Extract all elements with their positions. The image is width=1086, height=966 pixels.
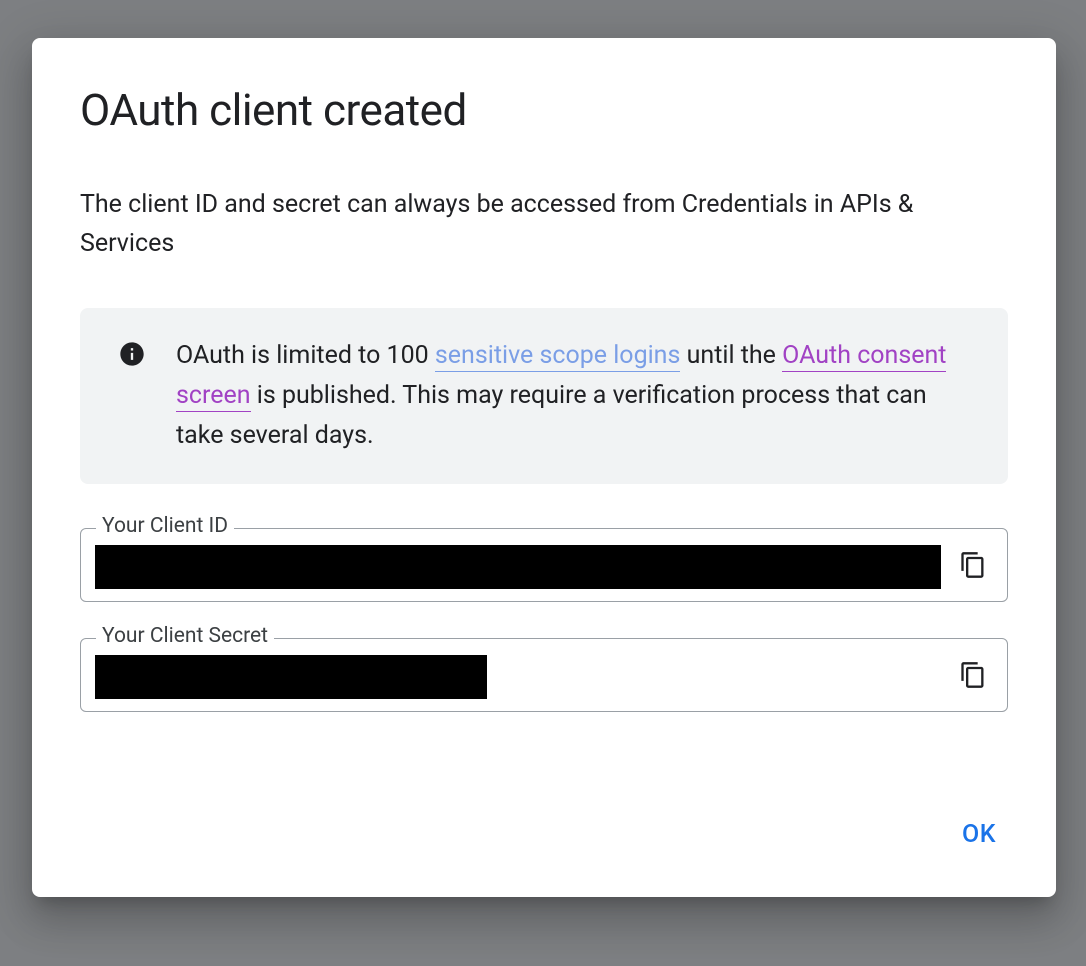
dialog-title: OAuth client created [80,86,1008,134]
info-text: OAuth is limited to 100 sensitive scope … [176,336,978,456]
copy-icon [959,551,987,583]
client-id-label: Your Client ID [96,514,234,538]
dialog-actions: OK [80,812,1008,857]
info-text-part1: OAuth is limited to 100 [176,341,435,370]
copy-client-id-button[interactable] [957,551,989,583]
client-secret-value-redacted [95,655,487,699]
client-id-outline [80,528,1008,602]
sensitive-scope-logins-link[interactable]: sensitive scope logins [435,341,681,372]
copy-client-secret-button[interactable] [957,661,989,693]
info-icon [118,340,146,368]
client-id-field-group: Your Client ID [80,528,1008,602]
oauth-client-created-dialog: OAuth client created The client ID and s… [32,38,1056,897]
info-box: OAuth is limited to 100 sensitive scope … [80,308,1008,484]
info-text-part3: is published. This may require a verific… [176,381,927,450]
client-secret-field-group: Your Client Secret [80,638,1008,712]
client-secret-outline [80,638,1008,712]
copy-icon [959,661,987,693]
client-id-value-redacted [95,545,941,589]
client-secret-label: Your Client Secret [96,624,274,648]
ok-button[interactable]: OK [950,812,1008,857]
dialog-description: The client ID and secret can always be a… [80,186,1008,264]
info-text-part2: until the [680,341,782,370]
